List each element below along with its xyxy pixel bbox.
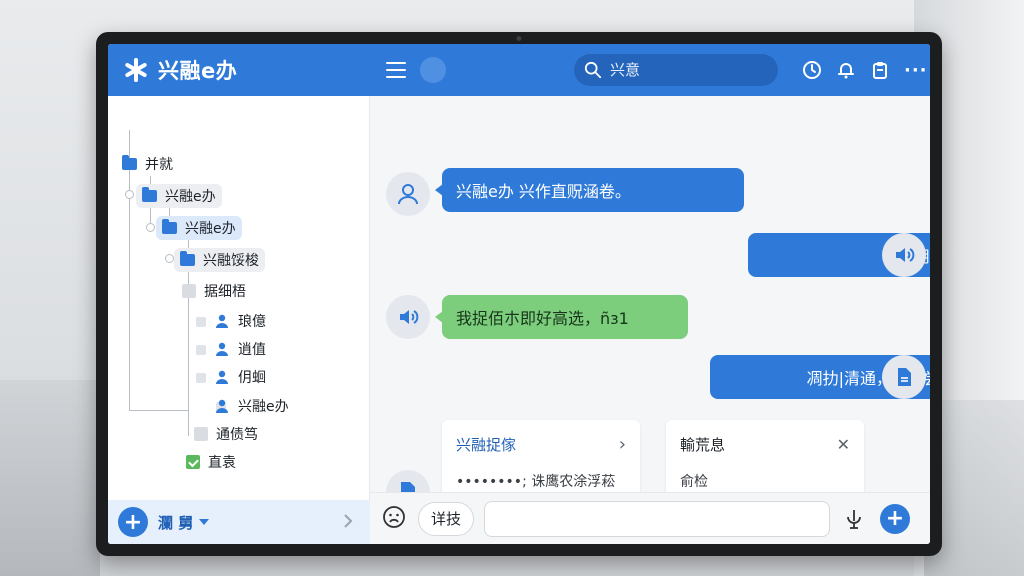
folder-icon xyxy=(122,155,137,170)
document-icon xyxy=(194,427,208,441)
app-header: 兴融e办 ··· xyxy=(108,44,930,96)
tree-item-user[interactable]: 逍值 xyxy=(208,337,272,361)
tree-node-marker xyxy=(165,254,174,263)
header-actions: ··· xyxy=(790,58,928,82)
clipboard-icon[interactable] xyxy=(868,58,892,82)
tree-item-label: 通债笃 xyxy=(216,427,258,443)
brand-logo-icon xyxy=(122,56,150,84)
folder-icon xyxy=(180,251,195,266)
brand: 兴融e办 xyxy=(108,55,370,85)
card-header: 兴融捉傢 › xyxy=(456,434,626,455)
tree-item-group[interactable]: 据细梧 xyxy=(176,279,252,303)
tree-item-label: 逍值 xyxy=(238,342,266,358)
message-bubble[interactable]: 我捉佰朩即好高选，ñз1 xyxy=(435,295,688,339)
tree-node-marker xyxy=(125,190,134,199)
sidebar-footer: + 瀾 舅 xyxy=(108,500,370,544)
tree-item-level3[interactable]: 兴融馁梭 xyxy=(174,248,265,272)
tree-node-marker xyxy=(196,345,206,355)
check-document-icon xyxy=(186,455,200,469)
sidebar: 并就 兴融e办 兴融e办 兴融馁梭 据细梧 琅億 逍值 仴蛔 兴融e办 通债笃 … xyxy=(108,96,370,544)
search-box[interactable] xyxy=(574,54,778,86)
tree-item-label: 兴融e办 xyxy=(165,189,216,205)
add-button[interactable]: + xyxy=(118,507,148,537)
card-header: 輸荒息 ✕ xyxy=(680,434,850,455)
user-icon xyxy=(216,370,228,384)
document-icon xyxy=(182,284,196,298)
search-icon xyxy=(584,61,602,79)
monitor-frame: 兴融e办 ··· xyxy=(96,32,942,556)
tree-item-user[interactable]: 琅億 xyxy=(208,309,272,333)
search-input[interactable] xyxy=(610,61,760,79)
tree-item-level1[interactable]: 兴融e办 xyxy=(136,184,222,208)
tree-item-level2[interactable]: 兴融e办 xyxy=(156,216,242,240)
tree-node-marker xyxy=(196,317,206,327)
tree-item-label: 琅億 xyxy=(238,314,266,330)
tree-item-label: 并就 xyxy=(145,157,173,173)
add-attachment-button[interactable]: + xyxy=(880,503,911,534)
menu-icon[interactable] xyxy=(386,62,406,78)
user-icon xyxy=(216,342,228,356)
org-tree: 并就 兴融e办 兴融e办 兴融馁梭 据细梧 琅億 逍值 仴蛔 兴融e办 通债笃 … xyxy=(108,96,370,492)
tree-item-label: 兴融馁梭 xyxy=(203,253,259,269)
background-desk-left xyxy=(0,380,100,576)
card-body: 俞检 xyxy=(680,474,708,490)
speaker-icon[interactable] xyxy=(386,295,430,339)
bell-icon[interactable] xyxy=(834,58,858,82)
chevron-right-icon[interactable] xyxy=(340,513,356,529)
microphone-icon[interactable] xyxy=(842,507,866,531)
app-window: 兴融e办 ··· xyxy=(108,44,930,544)
tree-item-user[interactable]: 仴蛔 xyxy=(208,365,272,389)
tree-node-marker xyxy=(146,223,155,232)
tree-item-leaf[interactable]: 通债笃 xyxy=(188,422,264,446)
folder-icon xyxy=(142,187,157,202)
user-avatar-icon[interactable] xyxy=(386,172,430,216)
quick-reply-button[interactable]: 详技 xyxy=(418,501,475,536)
folder-icon xyxy=(162,219,177,234)
tree-item-label: 据细梧 xyxy=(204,284,246,300)
speaker-icon[interactable] xyxy=(882,233,926,277)
tree-item-label: 仴蛔 xyxy=(238,370,266,386)
caret-down-icon[interactable] xyxy=(199,519,210,525)
document-icon[interactable] xyxy=(882,355,926,399)
tree-connector xyxy=(129,410,189,411)
tree-item-user[interactable]: 兴融e办 xyxy=(208,394,295,418)
status-dot-icon[interactable] xyxy=(420,57,446,83)
tree-item-label: 兴融e办 xyxy=(185,221,236,237)
app-name: 兴融e办 xyxy=(158,59,238,83)
more-icon[interactable]: ··· xyxy=(904,60,928,81)
tree-node-marker xyxy=(196,373,206,383)
card-body: ••••••••; 诛鹰农涂浮菘 xyxy=(456,474,616,490)
tree-item-root[interactable]: 并就 xyxy=(116,152,179,176)
emoji-icon[interactable] xyxy=(382,505,406,533)
tree-item-leaf-green[interactable]: 直袁 xyxy=(180,450,242,474)
message-input[interactable] xyxy=(484,500,831,537)
close-icon[interactable]: ✕ xyxy=(837,435,850,454)
message-input-bar: 详技 + xyxy=(370,492,930,544)
tree-item-label: 直袁 xyxy=(208,455,236,471)
chevron-right-icon[interactable]: › xyxy=(619,434,626,455)
footer-label[interactable]: 瀾 舅 xyxy=(158,512,193,533)
card-title: 輸荒息 xyxy=(680,436,726,454)
card-title: 兴融捉傢 xyxy=(456,436,517,454)
tree-item-label: 兴融e办 xyxy=(238,399,289,415)
chat-panel: 兴融e办 兴作直贶涵卷。 谎用e办 我捉佰朩即好高选，ñз1 凋扐|清通，禾致尝… xyxy=(370,96,930,544)
webcam-dot xyxy=(516,36,522,41)
clock-icon[interactable] xyxy=(800,58,824,82)
user-icon xyxy=(216,399,228,413)
user-icon xyxy=(216,314,228,328)
message-bubble[interactable]: 兴融e办 兴作直贶涵卷。 xyxy=(435,168,744,212)
